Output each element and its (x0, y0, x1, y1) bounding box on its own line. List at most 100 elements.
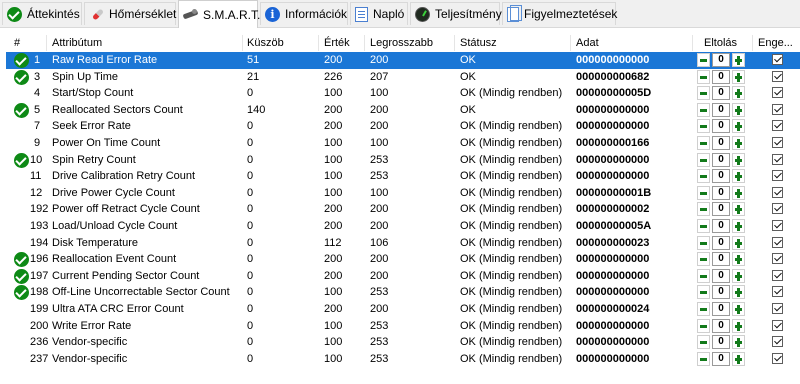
table-row[interactable]: 192 Power off Retract Cycle Count 0 200 200 O… (6, 201, 800, 218)
enabled-checkbox[interactable] (772, 286, 783, 298)
offset-value[interactable]: 0 (712, 268, 730, 283)
column-header-enabled[interactable]: Enge... (758, 37, 793, 49)
plus-icon[interactable] (732, 136, 745, 150)
offset-value[interactable]: 0 (712, 86, 730, 101)
offset-value[interactable]: 0 (712, 53, 730, 67)
tab-log[interactable]: Napló (350, 2, 408, 25)
minus-icon[interactable] (697, 202, 710, 217)
plus-icon[interactable] (732, 102, 745, 117)
minus-icon[interactable] (697, 136, 710, 150)
offset-value[interactable]: 0 (712, 318, 730, 333)
table-row[interactable]: 194 Disk Temperature 0 112 106 OK (Mindig ren… (6, 235, 800, 252)
table-row[interactable]: 9 Power On Time Count 0 100 100 OK (Mindig re… (6, 135, 800, 152)
minus-icon[interactable] (697, 252, 710, 267)
tab-overview[interactable]: Áttekintés (2, 2, 82, 25)
offset-value[interactable]: 0 (712, 136, 730, 150)
table-row[interactable]: 3 Spin Up Time 21 226 207 OK 000000000682 0 (6, 69, 800, 86)
enabled-checkbox[interactable] (772, 70, 783, 82)
minus-icon[interactable] (697, 318, 710, 333)
plus-icon[interactable] (732, 302, 745, 316)
plus-icon[interactable] (732, 86, 745, 101)
offset-value[interactable]: 0 (712, 302, 730, 316)
table-row[interactable]: 193 Load/Unload Cycle Count 0 200 200 OK (Min… (6, 218, 800, 235)
minus-icon[interactable] (697, 302, 710, 316)
plus-icon[interactable] (732, 335, 745, 350)
plus-icon[interactable] (732, 185, 745, 200)
offset-value[interactable]: 0 (712, 252, 730, 267)
enabled-checkbox[interactable] (772, 319, 783, 331)
minus-icon[interactable] (697, 169, 710, 184)
minus-icon[interactable] (697, 69, 710, 84)
minus-icon[interactable] (697, 351, 710, 366)
enabled-checkbox[interactable] (772, 54, 783, 65)
column-header-offset[interactable]: Eltolás (704, 37, 737, 49)
table-row[interactable]: 1 Raw Read Error Rate 51 200 200 OK 0000000000… (6, 52, 800, 69)
enabled-checkbox[interactable] (772, 87, 783, 99)
enabled-checkbox[interactable] (772, 269, 783, 281)
enabled-checkbox[interactable] (772, 253, 783, 265)
tab-temperature[interactable]: Hőmérséklet (84, 2, 176, 25)
enabled-checkbox[interactable] (772, 120, 783, 132)
minus-icon[interactable] (697, 335, 710, 350)
table-row[interactable]: 236 Vendor-specific 0 100 253 OK (Mindig rend… (6, 334, 800, 351)
minus-icon[interactable] (697, 219, 710, 233)
column-header-attribute[interactable]: Attribútum (52, 37, 102, 49)
enabled-checkbox[interactable] (772, 336, 783, 348)
table-row[interactable]: 198 Off-Line Uncorrectable Sector Count 0 1… (6, 284, 800, 301)
tab-performance[interactable]: Teljesítmény (410, 2, 502, 25)
plus-icon[interactable] (732, 351, 745, 366)
plus-icon[interactable] (732, 69, 745, 84)
enabled-checkbox[interactable] (772, 303, 783, 314)
offset-value[interactable]: 0 (712, 235, 730, 250)
table-row[interactable]: 10 Spin Retry Count 0 100 253 OK (Mindig rend… (6, 152, 800, 169)
offset-value[interactable]: 0 (712, 202, 730, 217)
offset-value[interactable]: 0 (712, 219, 730, 233)
enabled-checkbox[interactable] (772, 236, 783, 248)
column-header-worst[interactable]: Legrosszabb (370, 37, 433, 49)
offset-value[interactable]: 0 (712, 335, 730, 350)
column-header-status[interactable]: Státusz (460, 37, 497, 49)
plus-icon[interactable] (732, 219, 745, 233)
offset-value[interactable]: 0 (712, 185, 730, 200)
table-row[interactable]: 12 Drive Power Cycle Count 0 100 100 OK (Mind… (6, 185, 800, 202)
tab-alerts[interactable]: Figyelmeztetések (502, 2, 617, 25)
offset-value[interactable]: 0 (712, 102, 730, 117)
plus-icon[interactable] (732, 169, 745, 184)
enabled-checkbox[interactable] (772, 186, 783, 198)
minus-icon[interactable] (697, 119, 710, 134)
minus-icon[interactable] (697, 235, 710, 250)
column-header-value[interactable]: Érték (324, 37, 350, 49)
table-row[interactable]: 11 Drive Calibration Retry Count 0 100 253 OK… (6, 168, 800, 185)
table-row[interactable]: 199 Ultra ATA CRC Error Count 0 200 200 OK (M… (6, 301, 800, 318)
plus-icon[interactable] (732, 285, 745, 300)
plus-icon[interactable] (732, 235, 745, 250)
plus-icon[interactable] (732, 268, 745, 283)
offset-value[interactable]: 0 (712, 119, 730, 134)
plus-icon[interactable] (732, 119, 745, 134)
enabled-checkbox[interactable] (772, 153, 783, 165)
plus-icon[interactable] (732, 53, 745, 67)
plus-icon[interactable] (732, 318, 745, 333)
minus-icon[interactable] (697, 185, 710, 200)
minus-icon[interactable] (697, 53, 710, 67)
enabled-checkbox[interactable] (772, 137, 783, 148)
offset-value[interactable]: 0 (712, 69, 730, 84)
minus-icon[interactable] (697, 102, 710, 117)
offset-value[interactable]: 0 (712, 285, 730, 300)
enabled-checkbox[interactable] (772, 170, 783, 182)
table-row[interactable]: 237 Vendor-specific 0 100 253 OK (Mindig rend… (6, 351, 800, 368)
enabled-checkbox[interactable] (772, 103, 783, 115)
minus-icon[interactable] (697, 268, 710, 283)
table-row[interactable]: 7 Seek Error Rate 0 200 200 OK (Mindig rendbe… (6, 118, 800, 135)
offset-value[interactable]: 0 (712, 152, 730, 167)
tab-smart[interactable]: S.M.A.R.T. (178, 0, 260, 28)
enabled-checkbox[interactable] (772, 220, 783, 231)
plus-icon[interactable] (732, 252, 745, 267)
minus-icon[interactable] (697, 285, 710, 300)
minus-icon[interactable] (697, 86, 710, 101)
tab-information[interactable]: i Információk (260, 2, 348, 25)
minus-icon[interactable] (697, 152, 710, 167)
offset-value[interactable]: 0 (712, 351, 730, 366)
table-row[interactable]: 196 Reallocation Event Count 0 200 200 OK (Mi… (6, 251, 800, 268)
column-header-raw[interactable]: Adat (576, 37, 599, 49)
